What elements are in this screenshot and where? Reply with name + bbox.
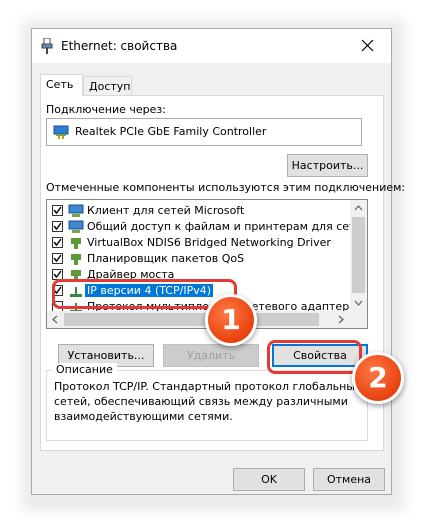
driver-icon — [71, 238, 81, 249]
checkbox[interactable] — [52, 237, 63, 248]
adapter-name: Realtek PCIe GbE Family Controller — [75, 125, 267, 138]
ok-button[interactable]: OK — [233, 468, 305, 491]
checkbox[interactable] — [52, 253, 63, 264]
list-item[interactable]: VirtualBox NDIS6 Bridged Networking Driv… — [47, 235, 349, 251]
cancel-button-label: Отмена — [326, 473, 372, 486]
vertical-scroll-thumb[interactable] — [352, 217, 365, 293]
close-button[interactable] — [345, 29, 391, 63]
tab-sharing-label: Доступ — [89, 80, 131, 93]
remove-button[interactable]: Удалить — [163, 344, 259, 367]
ok-button-label: OK — [261, 473, 277, 486]
highlight-properties-ring — [267, 340, 362, 374]
file-sharing-icon — [68, 220, 84, 233]
list-item[interactable]: Планировщик пакетов QoS — [47, 251, 349, 267]
step-1-badge: 1 — [205, 294, 257, 346]
step-1-number: 1 — [221, 303, 241, 336]
components-label: Отмеченные компоненты используются этим … — [46, 181, 406, 194]
adapter-field: Realtek PCIe GbE Family Controller — [46, 118, 362, 146]
title-bar: Ethernet: свойства — [32, 29, 391, 63]
connect-via-label: Подключение через: — [46, 103, 166, 116]
tab-sharing[interactable]: Доступ — [83, 76, 132, 96]
tab-network-label: Сеть — [46, 78, 74, 91]
cancel-button[interactable]: Отмена — [313, 468, 385, 491]
list-item-label: Клиент для сетей Microsoft — [87, 204, 245, 217]
tab-network[interactable]: Сеть — [40, 74, 83, 96]
ethernet-icon — [41, 38, 53, 54]
horizontal-scrollbar[interactable] — [47, 311, 351, 328]
scroll-right-icon — [338, 315, 344, 324]
scroll-down-icon — [354, 300, 363, 306]
horizontal-scroll-thumb[interactable] — [64, 313, 319, 326]
step-2-number: 2 — [368, 361, 388, 394]
close-icon — [361, 39, 374, 52]
step-2-badge: 2 — [352, 352, 404, 404]
list-item-label: Планировщик пакетов QoS — [87, 252, 245, 265]
list-item-label: VirtualBox NDIS6 Bridged Networking Driv… — [87, 236, 331, 249]
network-client-icon — [68, 204, 84, 217]
list-item[interactable]: Клиент для сетей Microsoft — [47, 203, 349, 219]
window-title: Ethernet: свойства — [61, 39, 178, 53]
properties-dialog: Ethernet: свойства Сеть Доступ Подключен… — [31, 28, 405, 495]
network-adapter-icon — [53, 125, 69, 139]
scroll-corner — [350, 311, 367, 328]
description-text-line1: Протокол TCP/IP. Стандартный протокол гл… — [54, 380, 362, 393]
description-text-line3: взаимодействующими сетями. — [54, 410, 233, 423]
checkbox[interactable] — [52, 205, 63, 216]
vertical-scrollbar[interactable] — [350, 200, 367, 311]
remove-button-label: Удалить — [186, 349, 236, 362]
list-item[interactable]: Общий доступ к файлам и принтерам для се… — [47, 219, 367, 235]
checkbox[interactable] — [52, 221, 63, 232]
scroll-up-icon — [354, 205, 363, 211]
install-button-label: Установить... — [67, 349, 145, 362]
description-label: Описание — [52, 363, 117, 376]
scroll-left-icon — [52, 315, 58, 324]
qos-icon — [71, 254, 81, 265]
configure-button[interactable]: Настроить... — [287, 154, 368, 177]
configure-button-label: Настроить... — [291, 159, 364, 172]
list-item-label: Общий доступ к файлам и принтерам для се… — [87, 220, 368, 233]
description-text-line2: сетей, обеспечивающий связь между различ… — [54, 395, 348, 408]
